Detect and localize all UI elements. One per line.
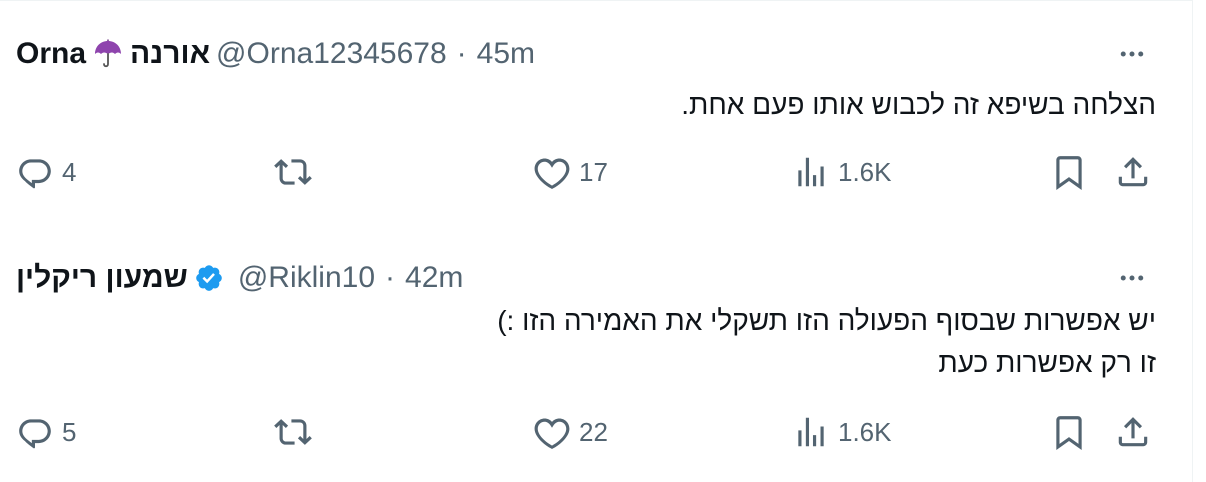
like-button[interactable]: 22 <box>533 410 608 454</box>
share-icon <box>1114 413 1152 451</box>
more-icon[interactable] <box>1114 260 1150 296</box>
author-name-hebrew[interactable]: אורנה <box>130 37 210 71</box>
reply-icon <box>16 153 54 191</box>
views-icon <box>792 153 830 191</box>
tweet-time[interactable]: 42m <box>405 261 463 295</box>
retweet-button[interactable] <box>274 150 320 194</box>
reply-count: 4 <box>62 156 77 187</box>
retweet-icon <box>274 153 312 191</box>
separator-dot: · <box>385 261 396 294</box>
author-handle[interactable]: @Riklin10 <box>238 261 375 295</box>
like-count: 17 <box>579 156 608 187</box>
tweet-text-line: יש אפשרות שבסוף הפעולה הזו תשקלי את האמי… <box>497 305 1156 336</box>
bookmark-icon <box>1050 153 1088 191</box>
reply-icon <box>16 413 54 451</box>
bookmark-button[interactable] <box>1050 150 1088 194</box>
umbrella-emoji-icon <box>92 38 124 70</box>
verified-badge-icon <box>194 263 224 293</box>
timeline-right-border <box>1192 0 1193 482</box>
share-button[interactable] <box>1114 410 1152 454</box>
bookmark-button[interactable] <box>1050 410 1088 454</box>
tweet-time[interactable]: 45m <box>477 37 535 71</box>
top-divider <box>0 0 1192 1</box>
like-icon <box>533 153 571 191</box>
retweet-button[interactable] <box>274 410 320 454</box>
like-button[interactable]: 17 <box>533 150 608 194</box>
tweet-header: Orna אורנה @Orna12345678 · 45m <box>16 36 535 72</box>
share-button[interactable] <box>1114 150 1152 194</box>
retweet-icon <box>274 413 312 451</box>
views-icon <box>792 413 830 451</box>
reply-button[interactable]: 5 <box>16 410 76 454</box>
tweet-header: שמעון ריקלין @Riklin10 · 42m <box>16 260 463 296</box>
tweet-text-line: זו רק אפשרות כעת <box>938 347 1156 378</box>
views-count: 1.6K <box>838 416 892 447</box>
tweet-text: הצלחה בשיפא זה לכבוש אותו פעם אחת. <box>681 84 1156 126</box>
views-count: 1.6K <box>838 156 892 187</box>
author-name[interactable]: Orna <box>16 37 86 71</box>
author-name[interactable]: שמעון ריקלין <box>16 261 188 295</box>
author-handle[interactable]: @Orna12345678 <box>216 37 447 71</box>
separator-dot: · <box>456 37 467 70</box>
share-icon <box>1114 153 1152 191</box>
views-button[interactable]: 1.6K <box>792 150 892 194</box>
tweet-actions: 4 17 1.6K <box>0 150 1192 194</box>
like-count: 22 <box>579 416 608 447</box>
reply-button[interactable]: 4 <box>16 150 76 194</box>
tweet-actions: 5 22 1.6K <box>0 410 1192 454</box>
tweet-text: יש אפשרות שבסוף הפעולה הזו תשקלי את האמי… <box>497 300 1156 384</box>
bookmark-icon <box>1050 413 1088 451</box>
like-icon <box>533 413 571 451</box>
views-button[interactable]: 1.6K <box>792 410 892 454</box>
tweet-text-line: הצלחה בשיפא זה לכבוש אותו פעם אחת. <box>681 89 1156 120</box>
more-icon[interactable] <box>1114 36 1150 72</box>
reply-count: 5 <box>62 416 77 447</box>
